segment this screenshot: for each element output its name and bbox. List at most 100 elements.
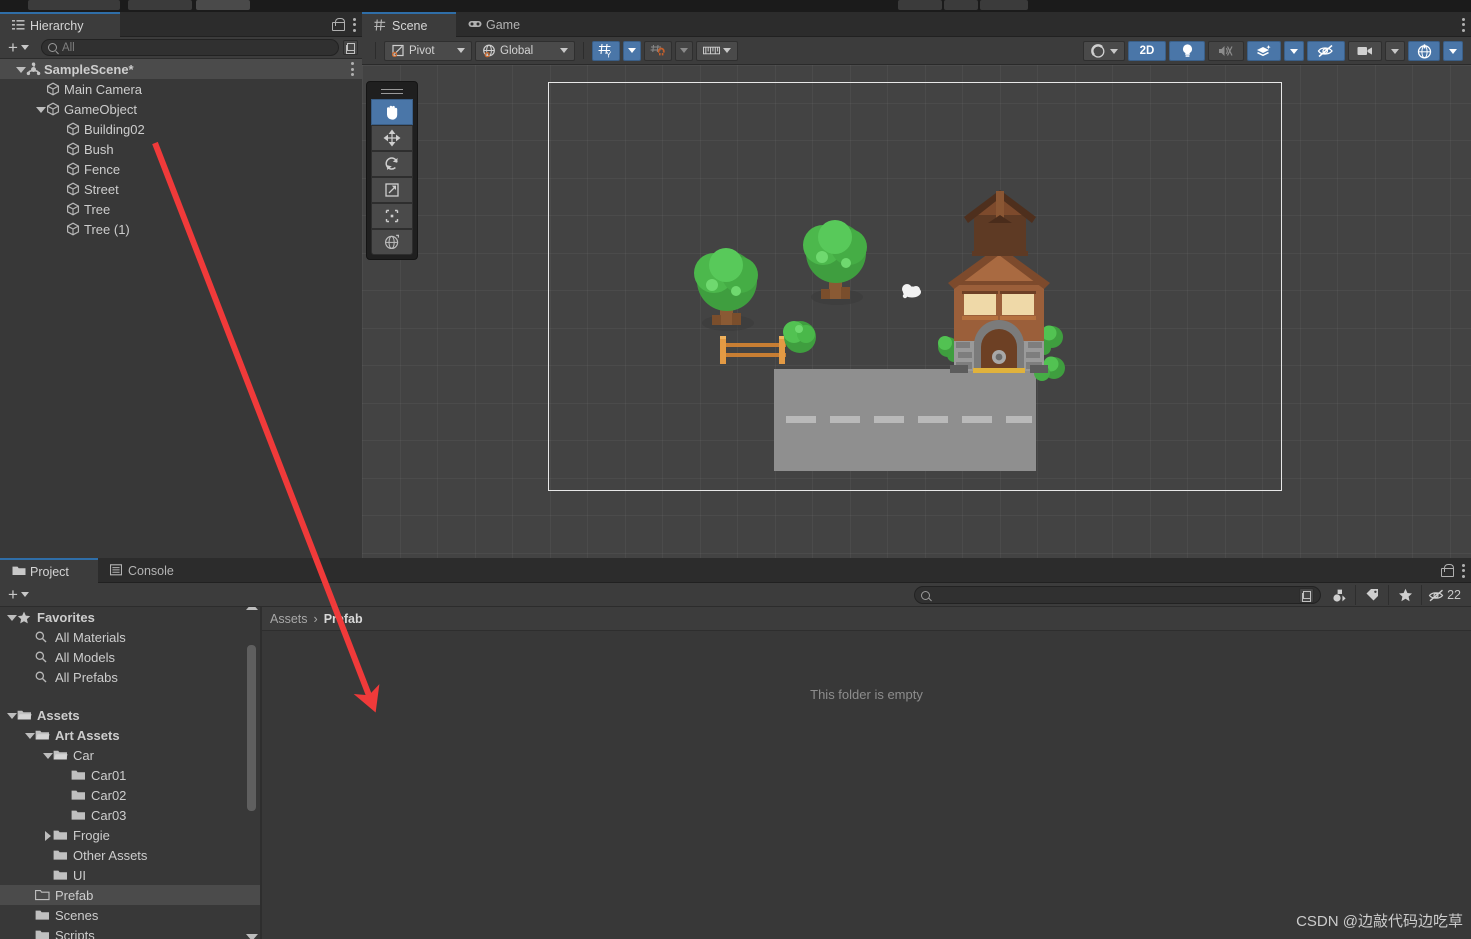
scene-row-menu-icon[interactable]: [350, 62, 354, 76]
project-tree[interactable]: Favorites All Materials All Models All Pref…: [0, 607, 260, 939]
hierarchy-tree[interactable]: SampleScene* Main Camera GameObject Buildin…: [0, 59, 362, 558]
project-content-pane[interactable]: Assets › Prefab This folder is empty: [262, 607, 1471, 939]
transform-tool-button[interactable]: [371, 229, 413, 255]
pivot-label: Pivot: [409, 44, 435, 57]
gizmos-toggle-button[interactable]: [1408, 41, 1440, 61]
effects-toggle-button[interactable]: [1247, 41, 1281, 61]
grid-size-dropdown[interactable]: [696, 40, 738, 61]
hierarchy-menu-icon[interactable]: [352, 17, 356, 32]
effects-dropdown[interactable]: [1284, 41, 1304, 61]
scene-camera-button[interactable]: [1348, 41, 1382, 61]
toolbar-chunk-3[interactable]: [196, 0, 250, 10]
hierarchy-item-fence[interactable]: Fence: [0, 159, 362, 179]
chevron-down-icon: [1391, 48, 1399, 54]
project-tree-item-all-prefabs[interactable]: All Prefabs: [0, 667, 260, 687]
pivot-dropdown[interactable]: Pivot: [384, 40, 472, 61]
grid-dropdown[interactable]: [623, 40, 641, 61]
breadcrumb-current[interactable]: Prefab: [324, 612, 363, 626]
watermark: CSDN @边敲代码边吃草: [1296, 913, 1463, 930]
move-tool-button[interactable]: [371, 125, 413, 151]
search-icon: [35, 671, 50, 683]
create-gameobject-button[interactable]: +: [4, 39, 33, 57]
rect-tool-button[interactable]: [371, 203, 413, 229]
filter-by-label-button[interactable]: [1356, 585, 1390, 605]
overlay-drag-handle[interactable]: [371, 86, 413, 96]
hierarchy-item-tree[interactable]: Tree: [0, 199, 362, 219]
lock-icon[interactable]: [332, 18, 345, 31]
project-tree-item-all-models[interactable]: All Models: [0, 647, 260, 667]
project-tree-item-car01[interactable]: Car01: [0, 765, 260, 785]
scene-tabbar: Scene Game: [362, 12, 1471, 37]
search-expand-icon[interactable]: [343, 40, 358, 55]
scroll-up-arrow-icon[interactable]: [246, 607, 258, 610]
project-tree-item-favorites[interactable]: Favorites: [0, 607, 260, 627]
folder-icon: [53, 829, 68, 841]
toolbar-chunk-2[interactable]: [128, 0, 192, 10]
filter-favorites-button[interactable]: [1389, 585, 1423, 605]
project-tree-item-frogie[interactable]: Frogie: [0, 825, 260, 845]
hidden-count-label: 22: [1447, 588, 1461, 602]
2d-toggle-button[interactable]: 2D: [1128, 41, 1166, 61]
tab-hierarchy[interactable]: Hierarchy: [0, 12, 120, 37]
tab-scene-label: Scene: [392, 18, 428, 33]
toolbar-chunk-1[interactable]: [28, 0, 120, 10]
toolbar-chunk-5[interactable]: [944, 0, 978, 10]
project-tree-item-all-materials[interactable]: All Materials: [0, 627, 260, 647]
tab-scene[interactable]: Scene: [362, 12, 456, 37]
folder-icon: [35, 929, 50, 939]
tab-project[interactable]: Project: [0, 558, 98, 583]
project-tree-item-art-assets[interactable]: Art Assets: [0, 725, 260, 745]
shading-mode-dropdown[interactable]: [1083, 41, 1125, 61]
scene-canvas[interactable]: [362, 65, 1471, 558]
project-tree-item-assets[interactable]: Assets: [0, 705, 260, 725]
hierarchy-item-main-camera[interactable]: Main Camera: [0, 79, 362, 99]
toolbar-separator: [375, 42, 376, 59]
snap-toggle[interactable]: [644, 40, 672, 61]
audio-mute-button[interactable]: [1208, 41, 1244, 61]
hierarchy-item-bush[interactable]: Bush: [0, 139, 362, 159]
lighting-toggle-button[interactable]: [1169, 41, 1205, 61]
hidden-objects-button[interactable]: [1307, 41, 1345, 61]
lock-icon[interactable]: [1441, 564, 1454, 577]
tab-game[interactable]: Game: [456, 12, 548, 37]
create-asset-button[interactable]: +: [4, 586, 33, 604]
grid-axis-button[interactable]: Y: [592, 40, 620, 61]
filter-by-type-button[interactable]: [1323, 585, 1357, 605]
hand-tool-button[interactable]: [371, 99, 413, 125]
camera-dropdown[interactable]: [1385, 41, 1405, 61]
project-menu-icon[interactable]: [1461, 563, 1465, 578]
hierarchy-item-building02[interactable]: Building02: [0, 119, 362, 139]
rotate-tool-button[interactable]: [371, 151, 413, 177]
gizmos-dropdown[interactable]: [1443, 41, 1463, 61]
project-tree-item-car02[interactable]: Car02: [0, 785, 260, 805]
scrollbar-thumb[interactable]: [247, 645, 256, 811]
hierarchy-item-gameobject[interactable]: GameObject: [0, 99, 362, 119]
project-tree-item-car[interactable]: Car: [0, 745, 260, 765]
snap-dropdown[interactable]: [675, 40, 693, 61]
scene-menu-icon[interactable]: [1461, 17, 1465, 32]
global-dropdown[interactable]: Global: [475, 40, 575, 61]
search-expand-icon[interactable]: [1299, 587, 1314, 603]
scale-tool-button[interactable]: [371, 177, 413, 203]
hidden-assets-count[interactable]: 22: [1422, 585, 1467, 605]
project-tree-pane[interactable]: Favorites All Materials All Models All Pref…: [0, 607, 260, 939]
project-tree-item-scripts[interactable]: Scripts: [0, 925, 260, 939]
scroll-down-arrow-icon[interactable]: [246, 934, 258, 939]
project-tree-scrollbar[interactable]: [246, 607, 258, 939]
project-tree-item-other-assets[interactable]: Other Assets: [0, 845, 260, 865]
hierarchy-item-street[interactable]: Street: [0, 179, 362, 199]
toolbar-chunk-6[interactable]: [980, 0, 1028, 10]
toolbar-chunk-4[interactable]: [898, 0, 942, 10]
tab-hierarchy-label: Hierarchy: [30, 18, 84, 33]
tab-console[interactable]: Console: [98, 558, 206, 583]
hierarchy-item-tree-1[interactable]: Tree (1): [0, 219, 362, 239]
breadcrumb-root[interactable]: Assets: [270, 612, 308, 626]
camera-bounds-rect: [548, 82, 1282, 491]
project-tree-item-prefab[interactable]: Prefab: [0, 885, 260, 905]
project-tree-item-ui[interactable]: UI: [0, 865, 260, 885]
hierarchy-item-samplescene[interactable]: SampleScene*: [0, 59, 362, 79]
project-tree-item-scenes[interactable]: Scenes: [0, 905, 260, 925]
project-tree-item-car03[interactable]: Car03: [0, 805, 260, 825]
project-search-input[interactable]: [914, 586, 1321, 604]
hierarchy-search-input[interactable]: All: [40, 39, 339, 56]
